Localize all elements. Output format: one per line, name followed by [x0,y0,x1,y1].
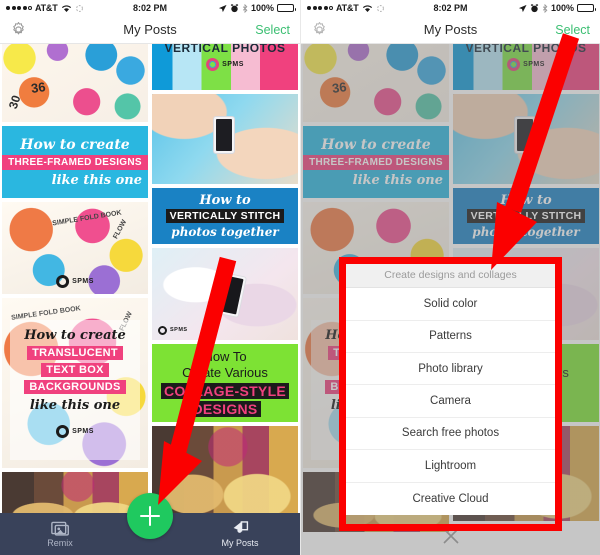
gear-icon[interactable] [311,21,328,38]
right-phone-screen: AT&T 8:02 PM 100% My Posts Select 36 How… [300,0,600,555]
tile-line-3: TEXT BOX [41,363,109,377]
tile-three-framed-designs[interactable]: How to create THREE-FRAMED DESIGNS like … [2,126,148,198]
brand-logo: SPMS [206,58,244,71]
select-button[interactable]: Select [555,23,590,37]
tile-line-3: like this one [51,172,142,188]
tile-line-5: like this one [29,398,121,413]
tab-label: Remix [47,538,73,548]
navigation-bar: My Posts Select [0,16,300,44]
tile-collage-style-designs[interactable]: How To Create Various COLLAGE-STYLE DESI… [152,344,298,422]
tile-line-1: VERTICAL PHOTOS [164,44,286,55]
tile-line-1: How To [203,349,247,364]
tile-line-4: DESIGNS [189,401,261,417]
battery-full-icon [277,4,296,12]
gear-icon[interactable] [10,21,27,38]
brand-logo: SPMS [56,425,94,438]
tile-line-2: Create Various [182,365,268,380]
tile-line-1: How to create [24,328,126,343]
add-post-button[interactable] [127,493,173,539]
two-screenshot-comparison: AT&T 8:02 PM 100% My Posts Select 36 30 … [0,0,600,555]
pin-flag-icon [233,521,248,533]
brand-logo: SPMS [56,275,94,288]
action-item-creative-cloud[interactable]: Creative Cloud [345,482,556,515]
tile-line-3: photos together [171,225,279,239]
close-x-icon [442,528,459,544]
action-item-photo-library[interactable]: Photo library [345,352,556,386]
action-item-camera[interactable]: Camera [345,385,556,418]
tab-label: My Posts [221,538,259,548]
left-phone-screen: AT&T 8:02 PM 100% My Posts Select 36 30 … [0,0,300,555]
grid-column-right: VERTICAL PHOTOS SPMS How to VERTICALLY S… [152,44,298,555]
tab-my-posts[interactable]: My Posts [180,520,300,548]
action-item-search-free-photos[interactable]: Search free photos [345,417,556,451]
tile-beach-phone-photo[interactable] [152,94,298,184]
action-sheet-header: Create designs and collages [345,263,556,289]
status-bar: AT&T 8:02 PM 100% [301,0,600,16]
posts-grid: 36 30 How to create THREE-FRAMED DESIGNS… [0,44,300,555]
clock-label: 8:02 PM [433,3,468,13]
tile-cocktails-photo[interactable] [152,426,298,521]
tile-line-2: TRANSLUCENT [27,346,123,360]
create-action-sheet: Create designs and collages Solid color … [345,263,556,515]
tile-line-1: How to create [20,136,130,153]
battery-full-icon [577,4,596,12]
tile-vertical-photos[interactable]: VERTICAL PHOTOS SPMS [152,44,298,90]
tile-line-4: BACKGROUNDS [24,380,126,394]
action-item-patterns[interactable]: Patterns [345,320,556,353]
brand-logo: SPMS [158,326,188,335]
tile-line-1: How to [199,193,251,208]
status-bar: AT&T 8:02 PM 100% [0,0,300,16]
tile-line-3: COLLAGE-STYLE [160,383,290,399]
action-item-lightroom[interactable]: Lightroom [345,450,556,483]
tile-craft-photo-b[interactable]: SIMPLE FOLD BOOK FLOW SPMS [2,202,148,294]
tile-translucent-text-box[interactable]: SIMPLE FOLD BOOK FLOW How to create TRAN… [2,298,148,468]
grid-column-left: 36 30 How to create THREE-FRAMED DESIGNS… [2,44,148,555]
photo-stack-icon [50,521,69,536]
tile-line-2: THREE-FRAMED DESIGNS [2,154,148,170]
tab-remix[interactable]: Remix [0,520,120,548]
tile-line-2: VERTICALLY STITCH [165,209,285,223]
action-item-solid-color[interactable]: Solid color [345,288,556,321]
tile-vertically-stitch[interactable]: How to VERTICALLY STITCH photos together [152,188,298,244]
select-button[interactable]: Select [255,23,290,37]
navigation-bar: My Posts Select [301,16,600,44]
tile-desk-phone-photo[interactable]: SPMS [152,248,298,340]
close-action-sheet-button[interactable] [301,523,600,549]
clock-label: 8:02 PM [132,3,167,13]
tile-craft-photo-a[interactable]: 36 30 [2,44,148,122]
